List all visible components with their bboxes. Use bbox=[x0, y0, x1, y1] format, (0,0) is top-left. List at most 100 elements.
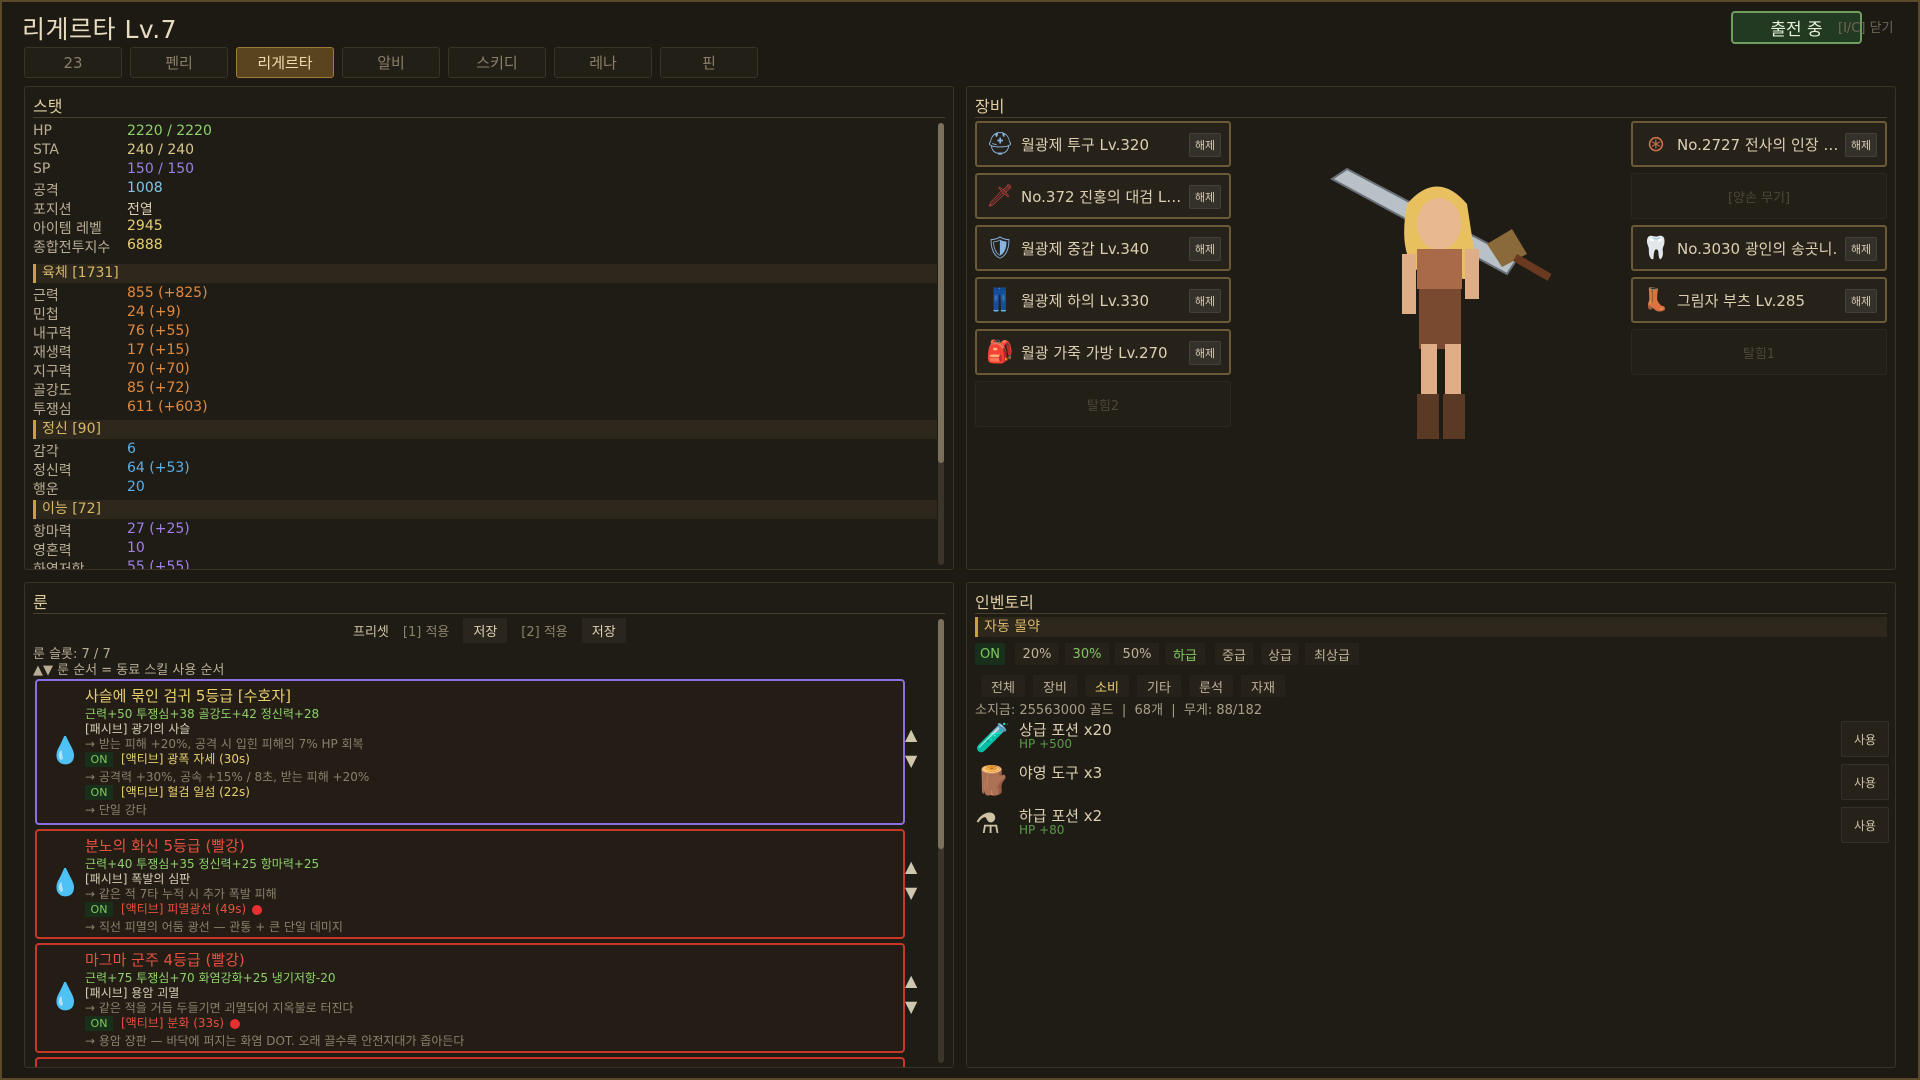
unequip-button[interactable]: 해제 bbox=[1189, 133, 1221, 157]
stat-key: 지구력 bbox=[33, 364, 72, 380]
tab-fenri[interactable]: 펜리 bbox=[130, 47, 228, 78]
rune-card[interactable]: 💧 분노의 화신 5등급 (빨강) 근력+40 투쟁심+35 정신력+25 항마력+… bbox=[35, 829, 905, 939]
equipment-slot[interactable]: 🎒 월광 가죽 가방 Lv.270 해제 bbox=[975, 329, 1231, 375]
equipment-name: 월광제 하의 Lv.330 bbox=[1021, 291, 1150, 310]
auto-potion-filter[interactable]: 하급 bbox=[1165, 643, 1205, 665]
equipment-slot-empty[interactable]: 탈힘2 bbox=[975, 381, 1231, 427]
close-hint[interactable]: [I/C] 닫기 bbox=[1838, 17, 1894, 36]
stat-row: 골강도 85 (+72) bbox=[33, 380, 190, 399]
inventory-category-tab[interactable]: 장비 bbox=[1033, 675, 1077, 697]
stat-row: 영혼력 10 bbox=[33, 540, 145, 559]
stat-key: 행운 bbox=[33, 482, 59, 498]
move-up-icon[interactable]: ▲ bbox=[905, 722, 917, 748]
equipment-slot-empty[interactable]: 탈힘1 bbox=[1631, 329, 1887, 375]
tab-23[interactable]: 23 bbox=[24, 47, 122, 78]
preset-1-save[interactable]: 저장 bbox=[463, 618, 508, 643]
equipment-slot[interactable]: ⊛ No.2727 전사의 인장 … 해제 bbox=[1631, 121, 1887, 167]
equipment-slot[interactable]: 🛡 월광제 중갑 Lv.340 해제 bbox=[975, 225, 1231, 271]
auto-potion-filter[interactable]: 중급 bbox=[1215, 643, 1253, 665]
rune-order-hint: ▲▼ 룬 순서 = 동료 스킬 사용 순서 bbox=[33, 663, 225, 678]
stat-key: 재생력 bbox=[33, 345, 72, 361]
stat-row: 정신력 64 (+53) bbox=[33, 460, 190, 479]
stat-key: 골강도 bbox=[33, 383, 72, 399]
equipment-name: No.2727 전사의 인장 … bbox=[1677, 135, 1837, 154]
tab-rigerta[interactable]: 리게르타 bbox=[236, 47, 334, 78]
use-button[interactable]: 사용 bbox=[1841, 807, 1889, 843]
move-up-icon[interactable]: ▲ bbox=[905, 968, 917, 994]
stat-row: HP 2220 / 2220 bbox=[33, 123, 212, 141]
rune-card-partial[interactable] bbox=[35, 1057, 905, 1067]
unequip-button[interactable]: 해제 bbox=[1189, 237, 1221, 261]
rune-line-text: [패시브] 광기의 사슬 bbox=[85, 722, 191, 736]
rune-skill-toggle[interactable]: ON bbox=[85, 752, 113, 767]
move-down-icon[interactable]: ▼ bbox=[905, 748, 917, 774]
rune-skill-toggle[interactable]: ON bbox=[85, 902, 113, 917]
stat-section-header: 이능 [72] bbox=[33, 500, 937, 519]
equipment-slot[interactable]: 🗡 No.372 진홍의 대검 L… 해제 bbox=[975, 173, 1231, 219]
move-down-icon[interactable]: ▼ bbox=[905, 994, 917, 1020]
stat-value: 2945 bbox=[127, 218, 163, 234]
rune-line-text: → 같은 적 7타 누적 시 추가 폭발 피해 bbox=[85, 887, 277, 901]
rune-card[interactable]: 💧 사슬에 묶인 검귀 5등급 [수호자] 근력+50 투쟁심+38 골강도+42 … bbox=[35, 679, 905, 825]
auto-potion-filter[interactable]: 30% bbox=[1065, 643, 1109, 665]
preset-2-apply[interactable]: [2] 적용 bbox=[515, 618, 573, 643]
unequip-button[interactable]: 해제 bbox=[1845, 237, 1877, 261]
use-button[interactable]: 사용 bbox=[1841, 764, 1889, 800]
inventory-category-tab[interactable]: 룬석 bbox=[1189, 675, 1233, 697]
move-down-icon[interactable]: ▼ bbox=[905, 880, 917, 906]
unequip-button[interactable]: 해제 bbox=[1189, 341, 1221, 365]
auto-potion-filter[interactable]: 최상급 bbox=[1305, 643, 1359, 665]
tab-fin[interactable]: 핀 bbox=[660, 47, 758, 78]
equipment-slot[interactable]: 🦷 No.3030 광인의 송곳니… 해제 bbox=[1631, 225, 1887, 271]
rune-line-text: → 받는 피해 +20%, 공격 시 입힌 피해의 7% HP 회복 bbox=[85, 737, 364, 751]
rune-card[interactable]: 💧 마그마 군주 4등급 (빨강) 근력+75 투쟁심+70 화염강화+25 냉기저… bbox=[35, 943, 905, 1053]
stat-key: 화염저항 bbox=[33, 562, 85, 570]
rune-skill-toggle[interactable]: ON bbox=[85, 785, 113, 800]
rune-name: 사슬에 묶인 검귀 5등급 [수호자] bbox=[85, 687, 291, 705]
unequip-button[interactable]: 해제 bbox=[1845, 289, 1877, 313]
stat-value: 10 bbox=[127, 540, 145, 556]
auto-potion-filter[interactable]: 상급 bbox=[1261, 643, 1299, 665]
rune-line-text: [액티브] 피멸광선 (49s) bbox=[121, 902, 247, 916]
stat-row: 지구력 70 (+70) bbox=[33, 361, 190, 380]
tab-skidi[interactable]: 스키디 bbox=[448, 47, 546, 78]
stat-key: 근력 bbox=[33, 288, 59, 304]
equipment-slot[interactable]: 👖 월광제 하의 Lv.330 해제 bbox=[975, 277, 1231, 323]
rune-name: 분노의 화신 5등급 (빨강) bbox=[85, 837, 245, 855]
inventory-category-tab[interactable]: 소비 bbox=[1085, 675, 1129, 697]
use-button[interactable]: 사용 bbox=[1841, 721, 1889, 757]
tab-lena[interactable]: 레나 bbox=[554, 47, 652, 78]
character-portrait bbox=[1330, 167, 1552, 439]
stat-value: 17 (+15) bbox=[127, 342, 190, 358]
inventory-panel: 인벤토리 자동 물약 ON 20% 30% 50% 하급 중급 상급 최상급 전체 장비 소비 기타… bbox=[966, 582, 1896, 1068]
unequip-button[interactable]: 해제 bbox=[1189, 185, 1221, 209]
auto-potion-filter[interactable]: 20% bbox=[1015, 643, 1059, 665]
unequip-button[interactable]: 해제 bbox=[1189, 289, 1221, 313]
stat-value: 611 (+603) bbox=[127, 399, 208, 415]
inventory-category-tab[interactable]: 기타 bbox=[1137, 675, 1181, 697]
stat-value: 2220 / 2220 bbox=[127, 123, 212, 139]
rune-drop-icon: 💧 bbox=[49, 982, 82, 1012]
move-up-icon[interactable]: ▲ bbox=[905, 854, 917, 880]
equipment-slot-empty[interactable]: [양손 무기] bbox=[1631, 173, 1887, 219]
auto-potion-filter[interactable]: ON bbox=[975, 643, 1005, 665]
rune-scrollbar[interactable] bbox=[938, 619, 944, 1063]
equipment-slot[interactable]: ⛑ 월광제 투구 Lv.320 해제 bbox=[975, 121, 1231, 167]
stat-key: 공격 bbox=[33, 183, 59, 199]
stats-scrollbar[interactable] bbox=[938, 123, 944, 565]
cooldown-dot-icon bbox=[252, 904, 263, 915]
equipment-slot[interactable]: 👢 그림자 부츠 Lv.285 해제 bbox=[1631, 277, 1887, 323]
tab-albi[interactable]: 알비 bbox=[342, 47, 440, 78]
stat-key: 영혼력 bbox=[33, 543, 72, 559]
unequip-button[interactable]: 해제 bbox=[1845, 133, 1877, 157]
rune-line: → 단일 강타 bbox=[85, 801, 147, 818]
rune-order-arrows: ▲ ▼ bbox=[905, 854, 917, 906]
auto-potion-filter[interactable]: 50% bbox=[1115, 643, 1159, 665]
rune-skill-toggle[interactable]: ON bbox=[85, 1016, 113, 1031]
preset-1-apply[interactable]: [1] 적용 bbox=[397, 618, 455, 643]
stat-value: 64 (+53) bbox=[127, 460, 190, 476]
preset-2-save[interactable]: 저장 bbox=[581, 618, 626, 643]
character-tabs: 23 펜리 리게르타 알비 스키디 레나 핀 bbox=[24, 47, 758, 78]
inventory-category-tab[interactable]: 자재 bbox=[1241, 675, 1285, 697]
inventory-category-tab[interactable]: 전체 bbox=[981, 675, 1025, 697]
